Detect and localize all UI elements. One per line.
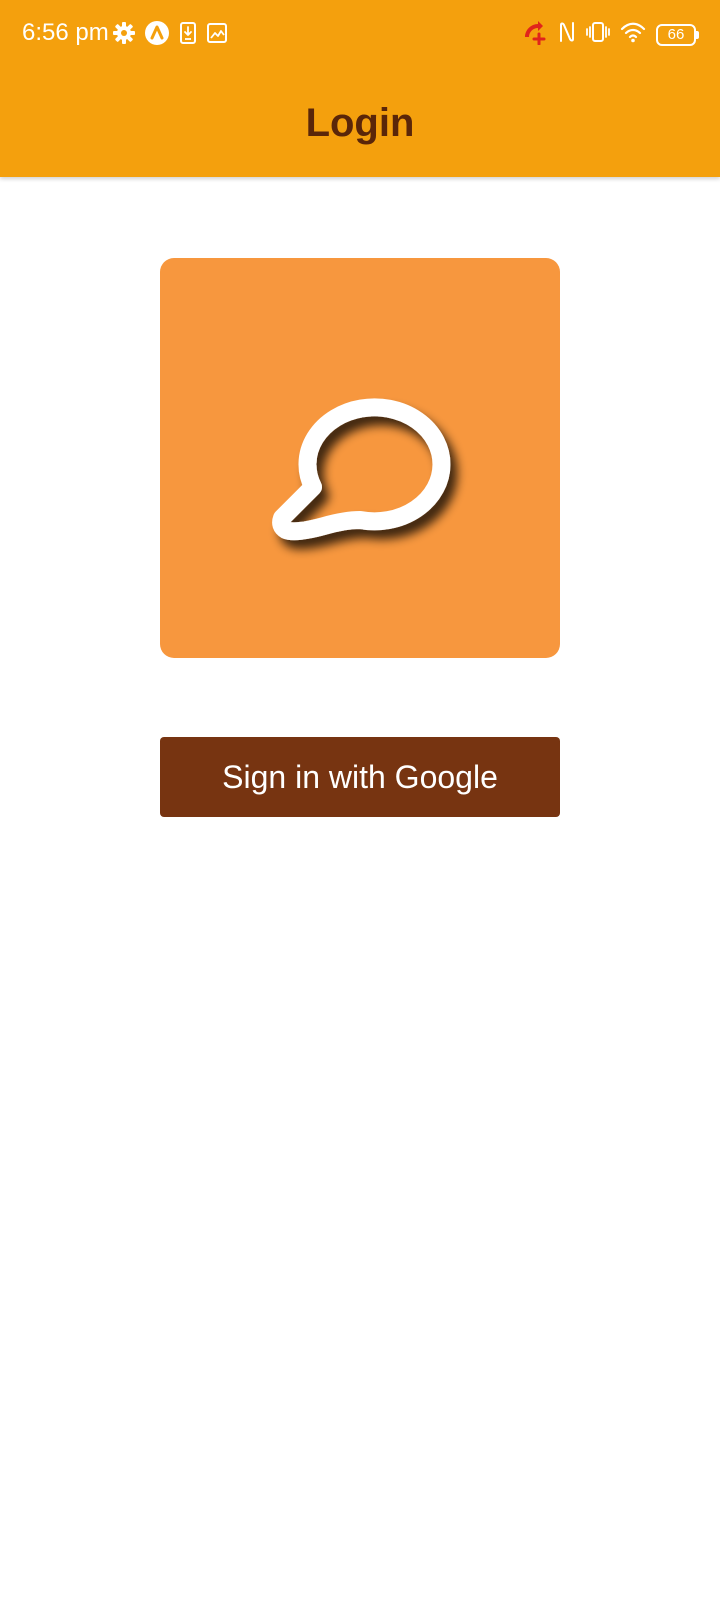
battery-level: 66 [667,25,685,43]
status-right-icons: 66 [522,19,699,50]
chat-bubble-icon [272,398,451,541]
navigation-a-icon [144,20,170,51]
download-icon [178,21,198,50]
gallery-icon [206,22,228,49]
status-bar: 6:56 pm 66 [0,0,720,66]
login-screen: 6:56 pm 66 Login Sign in with Google [0,0,720,1600]
call-forward-icon [522,19,548,50]
sign-in-with-google-button[interactable]: Sign in with Google [160,737,560,817]
gear-icon [112,21,136,50]
status-left-icons [112,20,228,51]
app-logo [160,258,560,658]
status-time: 6:56 pm [22,19,109,46]
nfc-icon [558,20,576,49]
app-header: 6:56 pm 66 Login [0,0,720,177]
page-title: Login [305,101,415,145]
wifi-icon [620,21,646,48]
vibrate-icon [586,20,610,49]
battery-icon: 66 [656,23,699,46]
